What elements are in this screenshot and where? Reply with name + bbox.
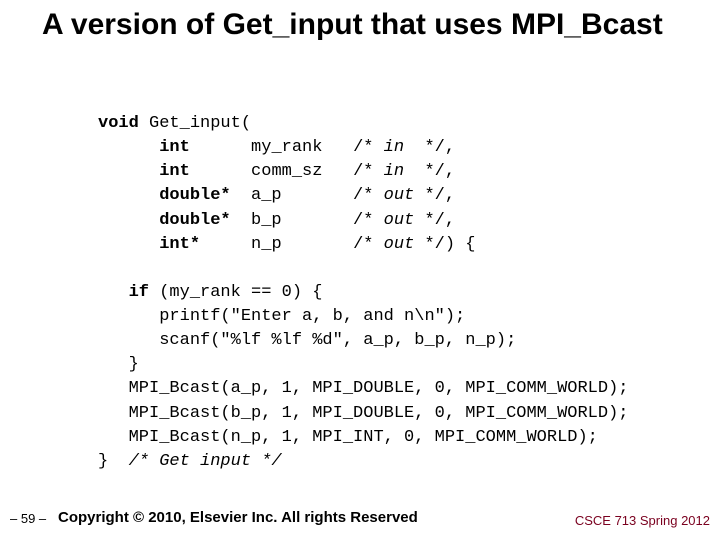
cmt-getinput: /* Get input */ — [129, 452, 282, 471]
course-label: CSCE 713 Spring 2012 — [575, 513, 710, 528]
cmt-close: */ — [414, 235, 445, 254]
comma: , — [445, 138, 455, 157]
cmt-out: out — [384, 235, 415, 254]
kw-doublep: double* — [98, 186, 231, 205]
param-bp: b_p — [231, 211, 353, 230]
cmt-open: /* — [353, 162, 384, 181]
cmt-close: */ — [414, 186, 445, 205]
comma: , — [445, 211, 455, 230]
cmt-in: in — [384, 162, 404, 181]
if-cond: (my_rank == 0) { — [149, 283, 322, 302]
cmt-close: */ — [414, 211, 445, 230]
fn-name: Get_input( — [139, 114, 251, 133]
param-commsz: comm_sz — [190, 162, 353, 181]
param-myrank: my_rank — [190, 138, 353, 157]
brace-close: } — [98, 355, 139, 374]
comma: , — [445, 162, 455, 181]
cmt-close: */ — [404, 162, 445, 181]
page-number: – 59 – — [10, 511, 46, 526]
slide-title: A version of Get_input that uses MPI_Bca… — [42, 8, 700, 41]
comma: , — [445, 186, 455, 205]
cmt-open: /* — [353, 235, 384, 254]
footer: – 59 – Copyright © 2010, Elsevier Inc. A… — [0, 502, 720, 526]
copyright-text: Copyright © 2010, Elsevier Inc. All righ… — [58, 509, 418, 526]
cmt-in: in — [384, 138, 404, 157]
cmt-close: */ — [404, 138, 445, 157]
cmt-open: /* — [353, 186, 384, 205]
kw-int: int — [98, 162, 190, 181]
printf-line: printf("Enter a, b, and n\n"); — [98, 307, 465, 326]
scanf-line: scanf("%lf %lf %d", a_p, b_p, n_p); — [98, 331, 516, 350]
kw-void: void — [98, 114, 139, 133]
fn-close: } — [98, 452, 129, 471]
kw-doublep: double* — [98, 211, 231, 230]
bcast-n: MPI_Bcast(n_p, 1, MPI_INT, 0, MPI_COMM_W… — [98, 428, 598, 447]
kw-if: if — [98, 283, 149, 302]
cmt-out: out — [384, 186, 415, 205]
bcast-b: MPI_Bcast(b_p, 1, MPI_DOUBLE, 0, MPI_COM… — [98, 404, 629, 423]
kw-intp: int* — [98, 235, 200, 254]
code-block: void Get_input( int my_rank /* in */, in… — [98, 112, 629, 474]
cmt-open: /* — [353, 138, 384, 157]
slide-root: A version of Get_input that uses MPI_Bca… — [0, 0, 720, 540]
cmt-out: out — [384, 211, 415, 230]
brace: ) { — [445, 235, 476, 254]
cmt-open: /* — [353, 211, 384, 230]
param-ap: a_p — [231, 186, 353, 205]
bcast-a: MPI_Bcast(a_p, 1, MPI_DOUBLE, 0, MPI_COM… — [98, 379, 629, 398]
param-np: n_p — [200, 235, 353, 254]
kw-int: int — [98, 138, 190, 157]
